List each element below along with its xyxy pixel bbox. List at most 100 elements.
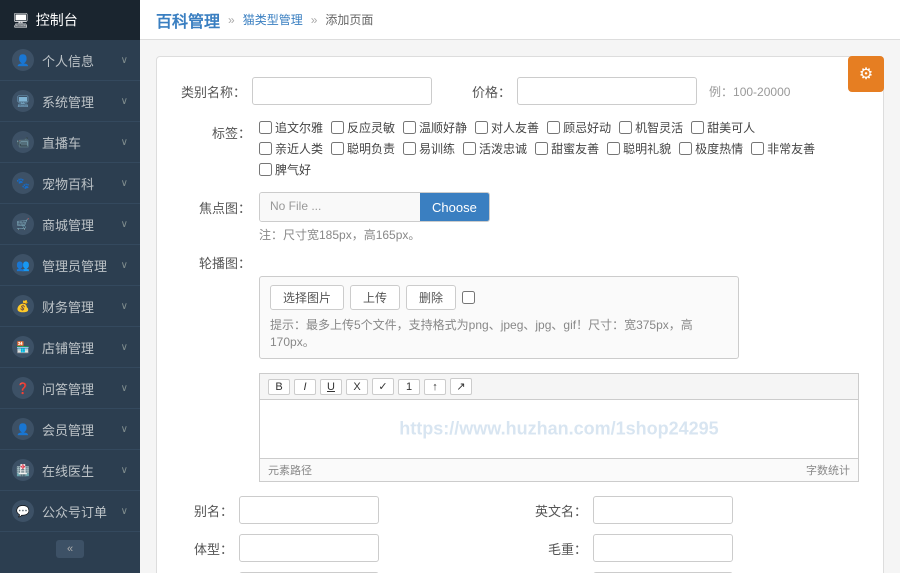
shop-icon: 🛒 <box>12 213 34 235</box>
sidebar-item-shop[interactable]: 🛒 商城管理 ∨ <box>0 204 140 245</box>
category-name-input[interactable] <box>252 77 432 105</box>
tag-item[interactable]: 活泼忠诚 <box>463 140 527 157</box>
sidebar-item-pet-wiki[interactable]: 🐾 宠物百科 ∨ <box>0 163 140 204</box>
editor-watermark: https://www.huzhan.com/1shop24295 <box>399 419 718 440</box>
editor-footer: 元素路径 字数统计 <box>259 459 859 482</box>
tag-item[interactable]: 顾忌好动 <box>547 119 611 136</box>
tag-item[interactable]: 温顺好静 <box>403 119 467 136</box>
tag-checkbox[interactable] <box>259 121 272 134</box>
fields-grid: 别名： 英文名： 体型： 毛重： 寿命： <box>181 496 859 573</box>
tag-checkbox[interactable] <box>403 121 416 134</box>
tag-item[interactable]: 聪明礼貌 <box>607 140 671 157</box>
fur-input[interactable] <box>593 534 733 562</box>
sidebar-item-personal[interactable]: 👤 个人信息 ∨ <box>0 40 140 81</box>
tag-item[interactable]: 易训练 <box>403 140 455 157</box>
tag-checkbox[interactable] <box>475 121 488 134</box>
carousel-section: 轮播图： 选择图片 上传 删除 提示：最多上传5个文件，支持格式为png、jpe… <box>181 253 859 359</box>
sidebar-item-admin[interactable]: 👥 管理员管理 ∨ <box>0 245 140 286</box>
sidebar-item-question[interactable]: ❓ 问答管理 ∨ <box>0 368 140 409</box>
tags-label: 标签： <box>181 119 251 142</box>
editor-link-button[interactable]: ↗ <box>450 378 472 395</box>
tag-item[interactable]: 极度热情 <box>679 140 743 157</box>
fur-row: 毛重： <box>535 534 859 562</box>
settings-gear-button[interactable]: ⚙ <box>848 56 884 92</box>
carousel-label: 轮播图： <box>181 253 251 272</box>
english-label: 英文名： <box>535 501 587 520</box>
fur-label: 毛重： <box>535 539 587 558</box>
sidebar-item-label: 系统管理 <box>42 92 94 111</box>
tag-checkbox[interactable] <box>259 163 272 176</box>
english-name-input[interactable] <box>593 496 733 524</box>
tag-checkbox[interactable] <box>691 121 704 134</box>
tag-checkbox[interactable] <box>607 142 620 155</box>
carousel-select-button[interactable]: 选择图片 <box>270 285 344 310</box>
tags-grid: 追文尔雅 反应灵敏 温顺好静 对人友善 顾忌好动 机智灵活 甜美可人 亲近人类 … <box>259 119 819 178</box>
content-area: ⚙ 类别名称： 价格： 例：100-20000 标签： 追文尔雅 <box>140 40 900 573</box>
sidebar-item-live[interactable]: 📹 直播车 ∨ <box>0 122 140 163</box>
sidebar-item-finance[interactable]: 💰 财务管理 ∨ <box>0 286 140 327</box>
rich-text-editor: B I U X ✓ 1 ↑ ↗ https://www.huzhan.com/1… <box>259 373 859 482</box>
tag-item[interactable]: 追文尔雅 <box>259 119 323 136</box>
english-name-row: 英文名： <box>535 496 859 524</box>
editor-check-button[interactable]: ✓ <box>372 378 394 395</box>
tag-item[interactable]: 对人友善 <box>475 119 539 136</box>
alias-input[interactable] <box>239 496 379 524</box>
live-icon: 📹 <box>12 131 34 153</box>
sidebar-item-system[interactable]: 🖥 系统管理 ∨ <box>0 81 140 122</box>
tag-item[interactable]: 亲近人类 <box>259 140 323 157</box>
sidebar-item-label: 在线医生 <box>42 461 94 480</box>
focus-label: 焦点图： <box>181 198 251 217</box>
tag-item[interactable]: 机智灵活 <box>619 119 683 136</box>
sidebar-header-label: 控制台 <box>36 10 78 30</box>
sidebar-item-label: 商城管理 <box>42 215 94 234</box>
editor-underline-button[interactable]: U <box>320 379 342 395</box>
form-card: 类别名称： 价格： 例：100-20000 标签： 追文尔雅 反应灵敏 温顺好静… <box>156 56 884 573</box>
tag-item[interactable]: 反应灵敏 <box>331 119 395 136</box>
carousel-box: 选择图片 上传 删除 提示：最多上传5个文件，支持格式为png、jpeg、jpg… <box>259 276 739 359</box>
tag-checkbox[interactable] <box>619 121 632 134</box>
sidebar: 🖥 控制台 👤 个人信息 ∨ 🖥 系统管理 ∨ 📹 直播车 ∨ 🐾 宠物百科 ∨… <box>0 0 140 573</box>
tag-checkbox[interactable] <box>535 142 548 155</box>
file-choose-button[interactable]: Choose <box>420 193 489 221</box>
editor-indent-button[interactable]: ↑ <box>424 379 446 395</box>
sidebar-item-wechat[interactable]: 💬 公众号订单 ∨ <box>0 491 140 532</box>
tag-checkbox[interactable] <box>679 142 692 155</box>
tag-checkbox[interactable] <box>259 142 272 155</box>
pet-icon: 🐾 <box>12 172 34 194</box>
tag-item[interactable]: 非常友善 <box>751 140 815 157</box>
editor-bold-button[interactable]: B <box>268 379 290 395</box>
editor-body[interactable]: https://www.huzhan.com/1shop24295 <box>259 399 859 459</box>
sidebar-item-member[interactable]: 👤 会员管理 ∨ <box>0 409 140 450</box>
carousel-checkbox[interactable] <box>462 291 475 304</box>
top-fields-row: 类别名称： 价格： 例：100-20000 <box>181 77 859 105</box>
body-type-input[interactable] <box>239 534 379 562</box>
sidebar-item-arrow: ∨ <box>121 55 128 66</box>
category-name-group: 类别名称： <box>181 77 432 105</box>
sidebar-collapse-button[interactable]: « <box>56 540 84 558</box>
sidebar-item-label: 问答管理 <box>42 379 94 398</box>
tag-item[interactable]: 聪明负责 <box>331 140 395 157</box>
alias-label: 别名： <box>181 501 233 520</box>
tag-checkbox[interactable] <box>331 142 344 155</box>
editor-italic-button[interactable]: I <box>294 379 316 395</box>
tag-item[interactable]: 脾气好 <box>259 161 311 178</box>
breadcrumb-link[interactable]: 猫类型管理 <box>243 11 303 28</box>
tag-checkbox[interactable] <box>331 121 344 134</box>
editor-strikethrough-button[interactable]: X <box>346 379 368 395</box>
sidebar-item-store[interactable]: 🏪 店铺管理 ∨ <box>0 327 140 368</box>
sidebar-item-doctor[interactable]: 🏥 在线医生 ∨ <box>0 450 140 491</box>
member-icon: 👤 <box>12 418 34 440</box>
editor-list-button[interactable]: 1 <box>398 379 420 395</box>
page-title: 百科管理 <box>156 8 220 32</box>
tag-item[interactable]: 甜美可人 <box>691 119 755 136</box>
carousel-delete-button[interactable]: 删除 <box>406 285 456 310</box>
finance-icon: 💰 <box>12 295 34 317</box>
tag-item[interactable]: 甜蜜友善 <box>535 140 599 157</box>
tag-checkbox[interactable] <box>403 142 416 155</box>
tag-checkbox[interactable] <box>751 142 764 155</box>
carousel-upload-button[interactable]: 上传 <box>350 285 400 310</box>
tag-checkbox[interactable] <box>463 142 476 155</box>
tag-checkbox[interactable] <box>547 121 560 134</box>
price-input[interactable] <box>517 77 697 105</box>
sidebar-header: 🖥 控制台 <box>0 0 140 40</box>
